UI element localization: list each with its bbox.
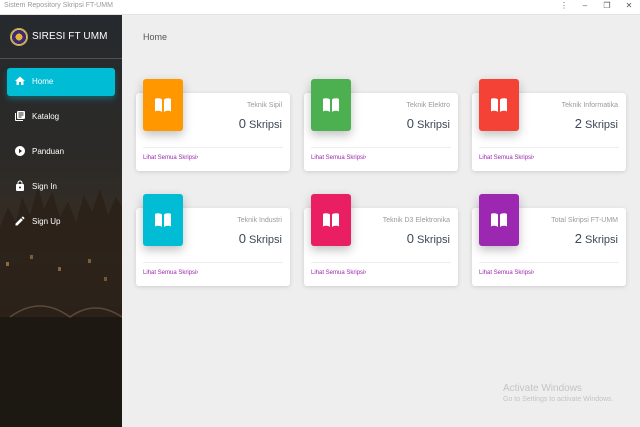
brand-name: SIRESI FT UMM: [32, 31, 108, 42]
sidebar: SIRESI FT UMM Home Katalog Panduan Sign …: [0, 15, 122, 427]
card-icon-box: [143, 79, 183, 131]
chevron-right-icon[interactable]: ›: [196, 154, 198, 161]
card-count-unit: Skripsi: [416, 119, 450, 131]
sidebar-item-home[interactable]: Home: [7, 68, 115, 96]
sidebar-item-panduan[interactable]: Panduan: [7, 138, 115, 166]
sidebar-background-image: [0, 187, 122, 427]
close-button[interactable]: ✕: [622, 1, 636, 10]
card-category: Teknik Elektro: [406, 102, 450, 109]
sidebar-item-label: Sign In: [32, 182, 57, 191]
lock-icon: [16, 180, 24, 191]
book-open-icon: [155, 213, 171, 227]
card-icon-box: [311, 194, 351, 246]
activate-windows-watermark: Activate Windows Go to Settings to activ…: [503, 383, 614, 403]
card-category: Teknik Sipil: [246, 102, 282, 109]
play-circle-icon: [15, 146, 25, 156]
sidebar-item-katalog[interactable]: Katalog: [7, 103, 115, 131]
card-category: Teknik D3 Elektronika: [382, 217, 450, 224]
sidebar-item-label: Panduan: [32, 147, 65, 156]
sidebar-item-sign-in[interactable]: Sign In: [7, 173, 115, 201]
card-divider: [311, 147, 451, 148]
chevron-right-icon[interactable]: ›: [196, 269, 198, 276]
card-divider: [479, 262, 619, 263]
card-count: 2 Skripsi: [575, 231, 618, 246]
card-count: 0 Skripsi: [407, 231, 450, 246]
card-count-value: 2: [574, 116, 582, 131]
sidebar-item-label: Katalog: [32, 112, 60, 121]
minimize-button[interactable]: –: [578, 1, 592, 10]
watermark-title: Activate Windows: [503, 383, 582, 394]
card-icon-box: [143, 194, 183, 246]
card-category: Total Skripsi FT-UMM: [551, 217, 618, 224]
card-count-unit: Skripsi: [416, 234, 450, 246]
card-count: 0 Skripsi: [407, 116, 450, 131]
window-menu-icon[interactable]: ⋮: [557, 1, 571, 10]
stat-card: Teknik D3 Elektronika 0 Skripsi Lihat Sem…: [304, 194, 458, 286]
book-open-icon: [491, 98, 507, 112]
card-icon-box: [311, 79, 351, 131]
card-count-unit: Skripsi: [584, 119, 618, 131]
stat-card: Teknik Industri 0 Skripsi Lihat Semua Skr…: [136, 194, 290, 286]
card-count-value: 0: [406, 231, 414, 246]
card-icon-box: [479, 194, 519, 246]
page-title: Home: [143, 32, 168, 42]
sidebar-item-sign-up[interactable]: Sign Up: [7, 208, 115, 236]
stat-card: Teknik Sipil 0 Skripsi Lihat Semua Skrips…: [136, 79, 290, 171]
chevron-right-icon[interactable]: ›: [364, 154, 366, 161]
card-divider: [311, 262, 451, 263]
window-titlebar: Sistem Repository Skripsi FT-UMM ⋮ – ❐ ✕: [0, 0, 640, 15]
card-icon-box: [479, 79, 519, 131]
card-divider: [479, 147, 619, 148]
view-all-link[interactable]: Lihat Semua Skripsi: [479, 155, 532, 161]
book-open-icon: [155, 98, 171, 112]
card-category: Teknik Informatika: [561, 102, 618, 109]
book-open-icon: [323, 213, 339, 227]
stat-card: Total Skripsi FT-UMM 2 Skripsi Lihat Semu…: [472, 194, 626, 286]
card-count-unit: Skripsi: [248, 234, 282, 246]
watermark-subtitle: Go to Settings to activate Windows.: [503, 396, 614, 403]
maximize-button[interactable]: ❐: [600, 1, 614, 10]
stat-card: Teknik Elektro 0 Skripsi Lihat Semua Skri…: [304, 79, 458, 171]
library-books-icon: [15, 111, 25, 121]
view-all-link[interactable]: Lihat Semua Skripsi: [143, 155, 196, 161]
card-count-value: 0: [238, 231, 246, 246]
sidebar-item-label: Sign Up: [32, 217, 61, 226]
university-logo-icon: [10, 28, 28, 46]
card-category: Teknik Industri: [237, 217, 282, 224]
book-open-icon: [491, 213, 507, 227]
sidebar-item-label: Home: [32, 77, 54, 86]
pencil-icon: [15, 216, 25, 226]
view-all-link[interactable]: Lihat Semua Skripsi: [311, 155, 364, 161]
card-count-value: 2: [574, 231, 582, 246]
view-all-link[interactable]: Lihat Semua Skripsi: [143, 270, 196, 276]
view-all-link[interactable]: Lihat Semua Skripsi: [311, 270, 364, 276]
card-count: 0 Skripsi: [239, 231, 282, 246]
card-divider: [143, 147, 283, 148]
card-count-unit: Skripsi: [248, 119, 282, 131]
card-divider: [143, 262, 283, 263]
card-count: 2 Skripsi: [575, 116, 618, 131]
home-icon: [15, 76, 25, 85]
chevron-right-icon[interactable]: ›: [364, 269, 366, 276]
window-title: Sistem Repository Skripsi FT-UMM: [4, 2, 113, 9]
card-count: 0 Skripsi: [239, 116, 282, 131]
card-count-value: 0: [238, 116, 246, 131]
chevron-right-icon[interactable]: ›: [532, 154, 534, 161]
view-all-link[interactable]: Lihat Semua Skripsi: [479, 270, 532, 276]
card-count-value: 0: [406, 116, 414, 131]
chevron-right-icon[interactable]: ›: [532, 269, 534, 276]
stat-card: Teknik Informatika 2 Skripsi Lihat Semua …: [472, 79, 626, 171]
card-count-unit: Skripsi: [584, 234, 618, 246]
brand[interactable]: SIRESI FT UMM: [0, 15, 122, 59]
book-open-icon: [323, 98, 339, 112]
